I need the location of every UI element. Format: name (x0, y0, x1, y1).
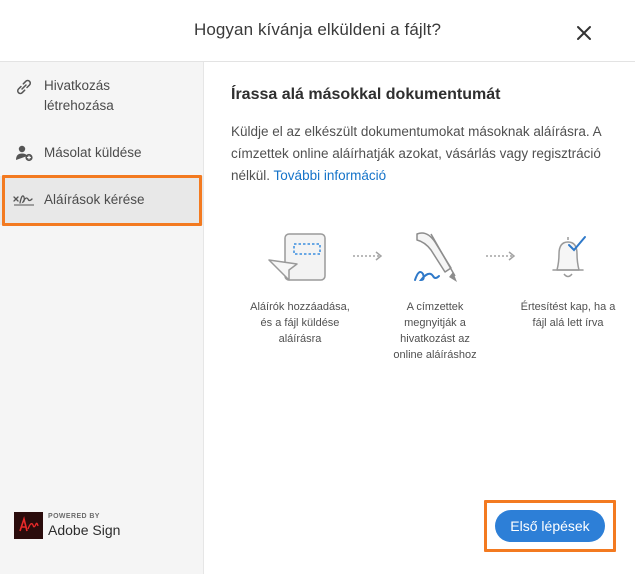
learn-more-link[interactable]: További információ (274, 168, 387, 183)
powered-by-label: POWERED BY (48, 513, 100, 520)
signature-icon (13, 195, 34, 206)
step-recipients-open: A címzettek megnyitják a hivatkozást az … (393, 301, 477, 361)
sidebar-item-label: Másolat küldése (44, 145, 142, 160)
hand-signing-icon (414, 232, 457, 282)
send-file-dialog: Hogyan kívánja elküldeni a fájlt? Hivatk… (0, 0, 635, 574)
sidebar-item-label: Hivatkozás (44, 78, 111, 93)
arrow-right-icon (353, 251, 383, 261)
step-add-signers: Aláírók hozzáadása, és a fájl küldése al… (250, 301, 350, 345)
arrow-right-icon (486, 251, 516, 261)
sidebar-item-send-copy[interactable]: Másolat küldése (0, 140, 204, 166)
brand-name: Adobe Sign (48, 522, 121, 538)
sidebar-item-label: létrehozása (44, 98, 114, 113)
sidebar: Hivatkozás létrehozása Másolat küldése A… (0, 62, 204, 574)
dialog-header: Hogyan kívánja elküldeni a fájlt? (0, 0, 635, 62)
get-started-button[interactable]: Első lépések (495, 510, 605, 542)
adobe-sign-logo-icon (14, 512, 43, 539)
send-document-icon (268, 233, 326, 281)
adobe-sign-brand: POWERED BY Adobe Sign (14, 510, 164, 540)
dialog-title: Hogyan kívánja elküldeni a fájlt? (193, 20, 442, 39)
sidebar-item-label: Aláírások kérése (44, 192, 145, 207)
bell-check-icon (552, 236, 586, 278)
sidebar-item-create-link[interactable]: Hivatkozás létrehozása (0, 72, 204, 120)
add-person-icon (16, 145, 33, 162)
link-icon (17, 79, 31, 95)
step-notification: Értesítést kap, ha a fájl alá lett írva (520, 301, 616, 329)
sidebar-item-request-signatures[interactable]: Aláírások kérése (0, 176, 204, 225)
page-title: Írassa alá másokkal dokumentumát (231, 86, 501, 103)
description: Küldje el az elkészült dokumentumokat má… (231, 121, 623, 187)
main-content: Írassa alá másokkal dokumentumát Küldje … (205, 62, 635, 574)
close-icon[interactable] (571, 20, 597, 46)
